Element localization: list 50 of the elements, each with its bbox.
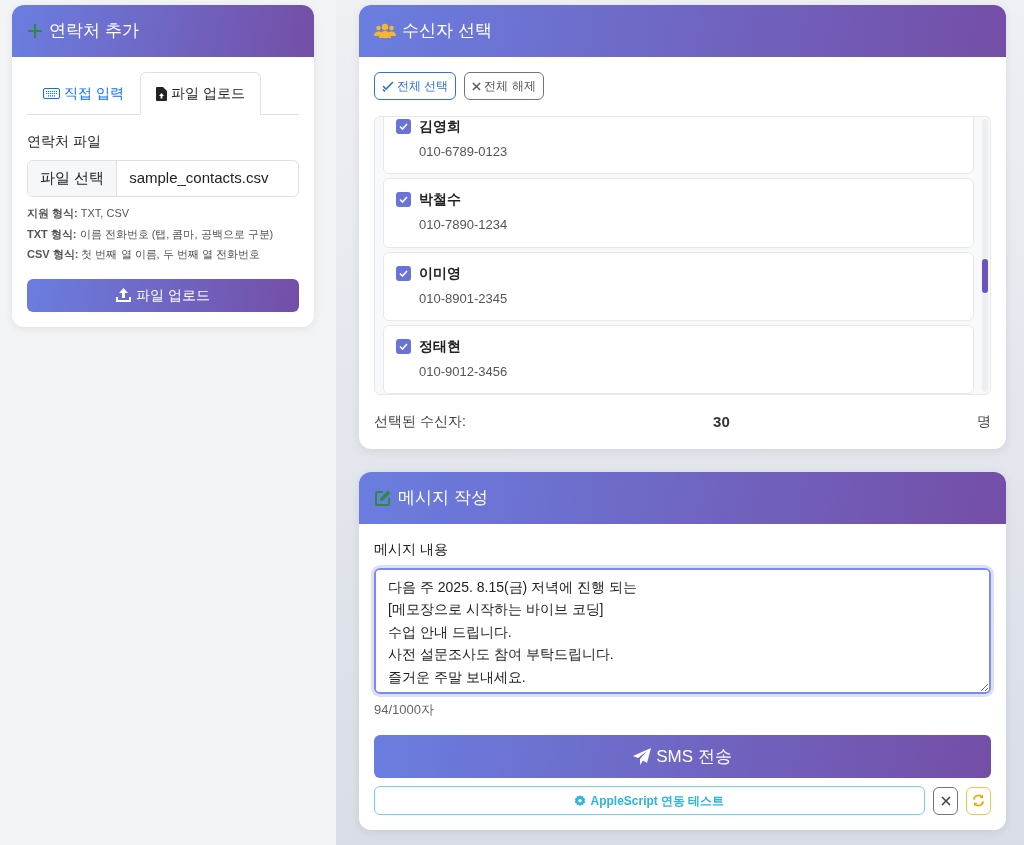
upload-icon: [116, 288, 132, 302]
select-all-button[interactable]: 전체 선택: [374, 72, 457, 100]
file-upload-icon: [155, 86, 167, 101]
check-icon: [399, 269, 408, 277]
check-icon: [399, 342, 408, 350]
contact-name: 김영희: [419, 117, 462, 136]
file-input[interactable]: 파일 선택 sample_contacts.csv: [27, 160, 299, 197]
unit-label: 명: [977, 412, 991, 431]
card-title: 수신자 선택: [402, 20, 492, 43]
checkbox[interactable]: [396, 192, 411, 208]
upload-button[interactable]: 파일 업로드: [27, 278, 299, 312]
contact-phone: 010-6789-0123: [419, 143, 508, 161]
checkbox[interactable]: [396, 119, 411, 134]
contact-name: 정태현: [419, 336, 462, 356]
checkbox[interactable]: [396, 338, 411, 354]
close-icon: [472, 81, 482, 91]
plus-icon: [27, 23, 43, 39]
tab[interactable]: 직접 입력: [27, 72, 140, 115]
selected-count: 30: [713, 412, 730, 432]
field-label: 연락처 파일: [27, 132, 102, 151]
check-icon: [399, 123, 408, 130]
char-count: 94/1000자: [374, 700, 435, 719]
refresh-icon: [972, 794, 985, 807]
gear-icon: [574, 794, 587, 807]
contact-phone: 010-9012-3456: [419, 362, 508, 381]
message-field[interactable]: 다음 주 2025. 8.15(금) 저녁에 진행 되는 [메모장으로 시작하는 바이브 코딩] 수업 안내 드립니다. 사전 설문조사도 참여 부탁드립니다. 즐거운 주말 보내세요.: [374, 567, 991, 694]
deselect-all-button[interactable]: 전체 해제: [464, 72, 544, 100]
close-icon: [940, 795, 951, 806]
send-icon: [633, 747, 652, 766]
card-title: 메시지 작성: [398, 486, 488, 509]
contact-name: 이미영: [419, 263, 462, 283]
users-icon: [374, 23, 396, 39]
field-label: 메시지 내용: [374, 539, 449, 559]
checkbox[interactable]: [396, 265, 411, 281]
contact-phone: 010-7890-1234: [419, 216, 508, 235]
edit-icon: [374, 488, 392, 507]
card-title: 연락처 추가: [49, 20, 139, 43]
contact-phone: 010-8901-2345: [419, 289, 508, 308]
contact-name: 박철수: [419, 190, 462, 210]
keyboard-icon: [43, 88, 60, 99]
check-icon: [382, 80, 394, 92]
check-icon: [399, 196, 408, 204]
tab[interactable]: 파일 업로드: [139, 72, 261, 115]
scrollbar[interactable]: [982, 119, 988, 392]
send-button[interactable]: SMS 전송: [374, 735, 991, 778]
close-button[interactable]: [933, 786, 958, 815]
help-text: TXT 형식: 이름 전화번호 (탭, 콤마, 공백으로 구분): [27, 226, 275, 242]
selected-label: 선택된 수신자:: [374, 412, 466, 431]
help-text: CSV 형식: 첫 번째 열 이름, 두 번째 열 전화번호: [27, 247, 261, 262]
help-text: 지원 형식: TXT, CSV: [27, 206, 131, 221]
